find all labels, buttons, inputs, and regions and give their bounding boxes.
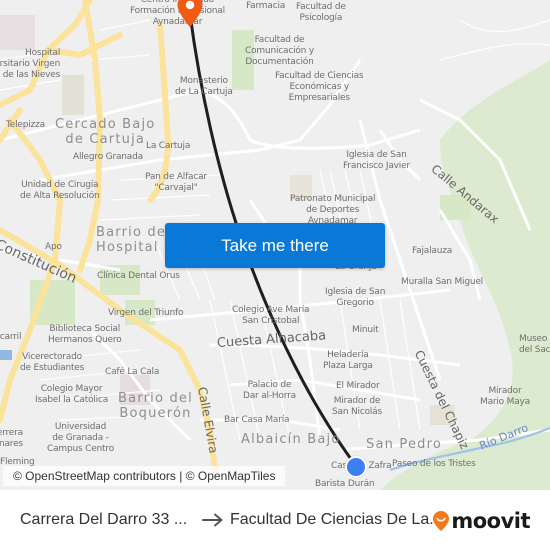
origin-name: Carrera Del Darro 33 ... [20,511,188,528]
poi-label: Barista Durán [315,479,375,489]
poi-label: Mirador Mario Maya [480,386,530,407]
water-area [0,350,12,360]
poi-label: Vicerectorado de Estudiantes [20,352,85,373]
poi-label: Virgen del Triunfo [108,308,184,318]
poi-label: Café La Cala [105,367,160,377]
poi-label: Facultad de Ciencias Económicas y Empres… [275,71,364,103]
poi-label: Allegro Granada [73,152,143,162]
poi-label: Universidad de Granada - Campus Centro [47,422,114,454]
poi-label: Museo del Sacromonte [519,334,550,355]
neighborhood-label: Albaicín Bajo [241,432,341,447]
destination-pin-icon[interactable] [176,0,204,28]
neighborhood-label: Barrio del Boquerón [118,391,193,421]
route-footer: Carrera Del Darro 33 ... Facultad De Cie… [0,490,550,550]
take-me-there-button[interactable]: Take me there [165,223,385,268]
poi-label: Ferrocarril [0,332,22,342]
map-attribution[interactable]: © OpenStreetMap contributors | © OpenMap… [3,466,286,486]
poi-label: Paseo de los Tristes [392,459,476,469]
building-block [0,15,35,50]
arrow-right-icon [198,513,228,527]
poi-label: Hospital Universitario Virgen de las Nie… [0,48,61,80]
poi-label: Facultad de Psicología [296,2,346,23]
destination-name: Facultad De Ciencias De La... [230,511,443,528]
moovit-pin-icon [433,511,450,531]
poi-label: Farmacia [246,1,286,11]
poi-label: La Cartuja [146,141,191,151]
poi-label: Palacio de Dar al-Horra [243,380,296,401]
neighborhood-label: Cercado Bajo de Cartuja [55,117,156,147]
neighborhood-label: San Pedro [366,437,443,452]
moovit-logo: moovit [432,509,530,533]
poi-label: Telepizza [6,120,45,130]
poi-label: Instituto Herrera de Linares [0,428,23,449]
poi-label: Bar Casa María [224,415,290,425]
poi-label: Muralla San Miguel [401,277,483,287]
poi-label: Fajalauza [412,246,453,256]
moovit-wordmark: moovit [451,509,530,533]
moovit-route-preview: Cercado Bajo de Cartuja Barrio del Hospi… [0,0,550,550]
poi-label: Colegio Mayor Isabel la Católica [35,384,109,405]
poi-label: Iglesia de San Francisco Javier [343,150,410,171]
poi-label: Pan de Alfacar "Carvajal" [145,172,207,193]
poi-label: Heladería Plaza Larga [323,350,373,371]
poi-label: El Mirador [336,381,380,391]
poi-label: Minuit [352,325,379,335]
poi-label: Mirador de San Nicolás [332,396,382,417]
poi-label: Apo [45,242,62,252]
origin-location-dot[interactable] [345,456,367,478]
map-view[interactable]: Cercado Bajo de Cartuja Barrio del Hospi… [0,0,550,490]
poi-label: Biblioteca Social Hermanos Quero [48,324,122,345]
poi-label: Monasterio de La Cartuja [175,76,233,97]
poi-label: Facultad de Comunicación y Documentación [245,35,314,67]
poi-label: Colegio Ave María San Cristobal [232,305,310,326]
poi-label: Clínica Dental Orus [97,271,180,281]
poi-label: Iglesia de San Gregorio [325,287,386,308]
building-block [62,75,84,115]
poi-label: Unidad de Cirugía de Alta Resolución [20,180,100,201]
